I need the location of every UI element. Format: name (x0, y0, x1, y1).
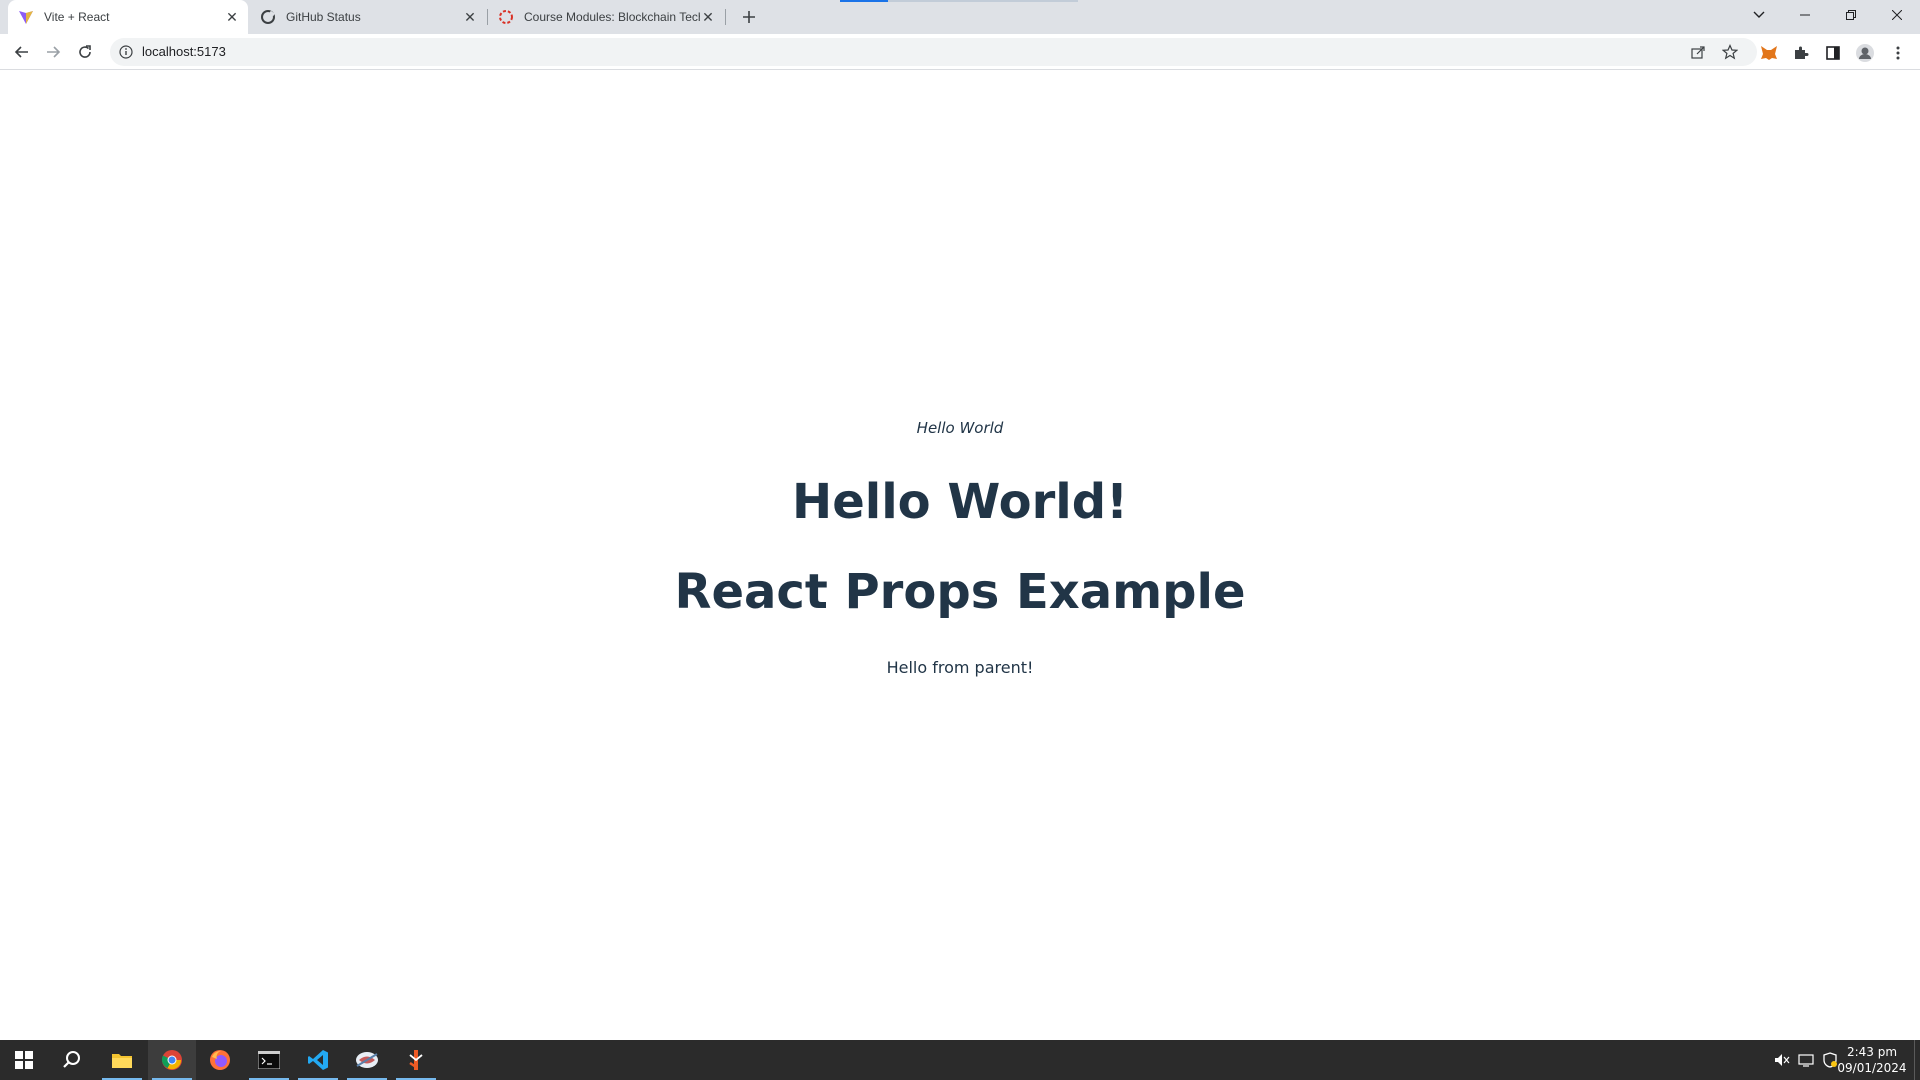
reload-button[interactable] (73, 40, 97, 64)
search-button[interactable] (48, 1040, 96, 1080)
taskbar-file-explorer[interactable] (98, 1040, 146, 1080)
close-window-button[interactable] (1874, 0, 1920, 30)
parent-message: Hello from parent! (886, 658, 1034, 677)
network-icon[interactable] (1798, 1052, 1814, 1068)
restore-icon (1846, 10, 1856, 20)
taskbar-terminal[interactable] (245, 1040, 293, 1080)
forward-button[interactable] (41, 40, 65, 64)
minimize-button[interactable] (1782, 0, 1828, 30)
postman-icon (409, 1050, 423, 1070)
taskbar-chrome[interactable] (148, 1040, 196, 1080)
close-tab-icon[interactable]: ✕ (462, 9, 478, 25)
tab-vite-react[interactable]: Vite + React ✕ (8, 0, 248, 34)
search-icon (63, 1051, 80, 1068)
address-url[interactable]: localhost:5173 (142, 44, 226, 59)
arrow-right-icon (47, 46, 61, 58)
minimize-icon (1800, 14, 1810, 16)
arrow-left-icon (14, 46, 28, 58)
vscode-icon (308, 1050, 328, 1070)
firefox-icon (210, 1050, 230, 1070)
tab-search-button[interactable] (1736, 0, 1782, 30)
volume-muted-icon[interactable] (1774, 1052, 1790, 1068)
back-button[interactable] (10, 40, 34, 64)
taskbar-firefox[interactable] (196, 1040, 244, 1080)
side-panel-icon[interactable] (1822, 42, 1844, 64)
browser-toolbar: localhost:5173 (0, 34, 1920, 70)
reload-icon (79, 45, 91, 58)
props-heading: React Props Example (674, 564, 1246, 620)
page-viewport: Hello World Hello World! React Props Exa… (0, 71, 1920, 1040)
extensions-puzzle-icon[interactable] (1790, 42, 1812, 64)
terminal-icon (258, 1051, 280, 1069)
taskbar-brain-app[interactable] (343, 1040, 391, 1080)
tab-title: GitHub Status (286, 10, 361, 24)
more-menu-icon[interactable] (1887, 42, 1909, 64)
close-icon (1892, 10, 1902, 20)
tab-title: Vite + React (44, 10, 110, 24)
loading-indicator (840, 0, 888, 2)
tab-course-modules[interactable]: Course Modules: Blockchain Tech ✕ (488, 0, 724, 34)
taskbar-postman[interactable] (392, 1040, 440, 1080)
profile-avatar-icon[interactable] (1854, 42, 1876, 64)
taskbar-clock[interactable]: 2:43 pm 09/01/2024 (1836, 1044, 1908, 1076)
close-tab-icon[interactable]: ✕ (700, 9, 716, 25)
loading-indicator-track (888, 0, 1078, 2)
restore-button[interactable] (1828, 0, 1874, 30)
file-explorer-icon (112, 1054, 132, 1068)
start-button[interactable] (0, 1040, 48, 1080)
tab-title: Course Modules: Blockchain Tech (524, 10, 700, 24)
info-icon[interactable] (118, 44, 134, 60)
plus-icon (743, 11, 755, 23)
tab-github-status[interactable]: GitHub Status ✕ (250, 0, 486, 34)
new-tab-button[interactable] (738, 6, 760, 28)
share-icon[interactable] (1688, 44, 1708, 60)
tagline-text: Hello World (916, 419, 1004, 437)
clock-date: 09/01/2024 (1837, 1061, 1907, 1075)
clock-time: 2:43 pm (1846, 1045, 1898, 1059)
metamask-extension-icon[interactable] (1758, 42, 1780, 64)
bookmark-star-icon[interactable] (1720, 44, 1740, 60)
address-bar[interactable]: localhost:5173 (110, 38, 1757, 66)
tab-strip: Vite + React ✕ GitHub Status ✕ Course Mo… (0, 0, 1920, 34)
windows-taskbar: 2:43 pm 09/01/2024 (0, 1040, 1920, 1080)
main-heading: Hello World! (792, 474, 1128, 530)
github-status-icon (260, 9, 276, 25)
taskbar-vscode[interactable] (294, 1040, 342, 1080)
close-tab-icon[interactable]: ✕ (224, 9, 240, 25)
chrome-icon (161, 1050, 182, 1070)
show-desktop-button[interactable] (1914, 1040, 1915, 1080)
tab-separator (725, 9, 726, 25)
chevron-down-icon (1753, 11, 1765, 18)
vite-icon (18, 9, 34, 25)
course-icon (498, 9, 514, 25)
start-icon (15, 1051, 33, 1069)
brain-app-icon (356, 1052, 378, 1068)
